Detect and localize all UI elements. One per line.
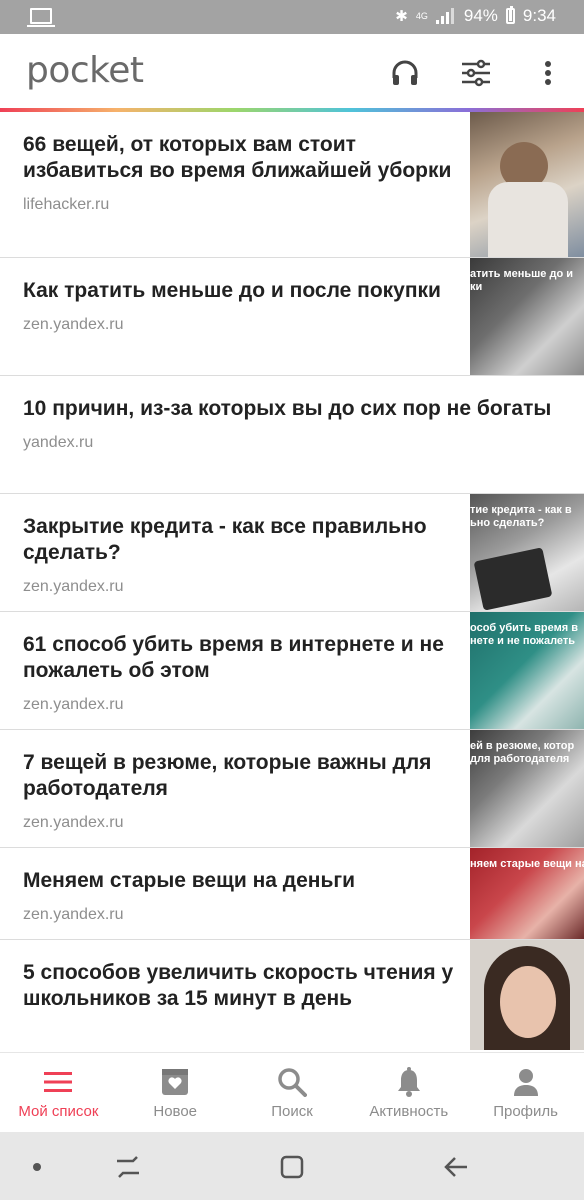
more-vert-icon[interactable] [531, 56, 565, 90]
article-domain: zen.yandex.ru [23, 906, 124, 923]
home-icon[interactable] [272, 1150, 312, 1184]
signal-icon [435, 8, 456, 24]
nav-label: Поиск [271, 1103, 313, 1120]
back-icon[interactable] [436, 1150, 476, 1184]
article-title: 61 способ убить время в интернете и не п… [23, 633, 444, 682]
recent-apps-icon[interactable] [108, 1150, 148, 1184]
article-domain: yandex.ru [23, 434, 94, 451]
list-item[interactable]: Как тратить меньше до и после покупки ze… [0, 258, 584, 376]
article-thumbnail: ей в резюме, котор для работодателя [470, 730, 584, 847]
list-item[interactable]: Меняем старые вещи на деньги zen.yandex.… [0, 848, 584, 940]
article-thumbnail [470, 940, 584, 1050]
nav-label: Новое [153, 1103, 198, 1120]
article-title: Как тратить меньше до и после покупки [23, 279, 441, 302]
pocket-logo: pocket [26, 50, 144, 91]
article-domain: zen.yandex.ru [23, 696, 124, 713]
status-bar: ✱ 4G 94% 9:34 [0, 0, 584, 34]
article-title: Меняем старые вещи на деньги [23, 869, 356, 892]
article-title: 66 вещей, от которых вам стоит избавитьс… [23, 133, 452, 182]
article-domain: zen.yandex.ru [23, 316, 124, 333]
nav-label: Активность [369, 1103, 449, 1120]
thumbnail-caption: ей в резюме, котор для работодателя [470, 740, 575, 765]
list-icon [43, 1067, 73, 1097]
list-item[interactable]: 10 причин, из-за которых вы до сих пор н… [0, 376, 584, 494]
article-thumbnail: тие кредита - как в ьно сделать? [470, 494, 584, 611]
nav-label: Мой список [18, 1103, 99, 1120]
article-title: 7 вещей в резюме, которые важны для рабо… [23, 751, 432, 800]
list-item[interactable]: 61 способ убить время в интернете и не п… [0, 612, 584, 730]
nav-profile[interactable]: Профиль [467, 1053, 584, 1133]
inbox-heart-icon [161, 1067, 189, 1097]
list-item[interactable]: 66 вещей, от которых вам стоит избавитьс… [0, 112, 584, 258]
search-icon [277, 1067, 307, 1097]
article-title: 10 причин, из-за которых вы до сих пор н… [23, 397, 552, 420]
thumbnail-caption: няем старые вещи на деньги [470, 858, 584, 870]
list-item[interactable]: 5 способов увеличить скорость чтения у ш… [0, 940, 584, 1050]
article-thumbnail: няем старые вещи на деньги [470, 848, 584, 939]
nav-search[interactable]: Поиск [234, 1053, 351, 1133]
article-list: 66 вещей, от которых вам стоит избавитьс… [0, 112, 584, 1050]
headphones-icon[interactable] [388, 56, 422, 90]
filter-sliders-icon[interactable] [459, 56, 493, 90]
battery-icon [505, 6, 515, 24]
article-title: Закрытие кредита - как все правильно сде… [23, 515, 427, 564]
battery-percent: 94% [463, 6, 498, 25]
article-domain: lifehacker.ru [23, 196, 110, 213]
article-domain: zen.yandex.ru [23, 578, 124, 595]
app-bar: pocket [0, 34, 584, 110]
bottom-navigation: Мой список Новое Поиск Активность Профил… [0, 1052, 584, 1133]
laptop-icon [27, 8, 55, 27]
bluetooth-icon: ✱ [395, 8, 408, 25]
thumbnail-caption: атить меньше до и ки [470, 268, 573, 293]
list-item[interactable]: 7 вещей в резюме, которые важны для рабо… [0, 730, 584, 848]
nav-activity[interactable]: Активность [350, 1053, 467, 1133]
network-type: 4G [415, 11, 428, 21]
dot-icon[interactable] [17, 1150, 57, 1184]
thumbnail-caption: тие кредита - как в ьно сделать? [470, 504, 572, 529]
system-navigation-bar [0, 1132, 584, 1200]
list-item[interactable]: Закрытие кредита - как все правильно сде… [0, 494, 584, 612]
bell-icon [396, 1067, 422, 1097]
thumbnail-caption: особ убить время в нете и не пожалеть [470, 622, 578, 647]
nav-label: Профиль [493, 1103, 558, 1120]
article-thumbnail: особ убить время в нете и не пожалеть [470, 612, 584, 729]
article-domain: zen.yandex.ru [23, 814, 124, 831]
person-icon [513, 1067, 539, 1097]
article-title: 5 способов увеличить скорость чтения у ш… [23, 961, 454, 1010]
article-thumbnail: атить меньше до и ки [470, 258, 584, 375]
clock: 9:34 [522, 6, 556, 25]
nav-my-list[interactable]: Мой список [0, 1053, 117, 1133]
nav-new[interactable]: Новое [117, 1053, 234, 1133]
article-thumbnail [470, 112, 584, 257]
